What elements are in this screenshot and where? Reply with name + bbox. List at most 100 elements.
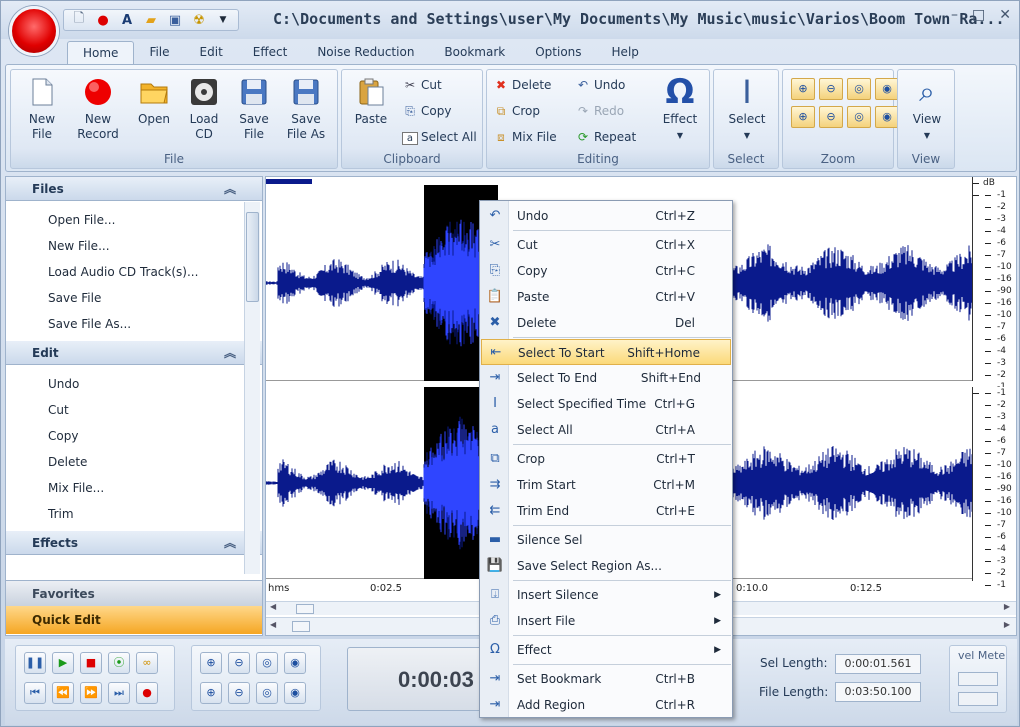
tab-noise-reduction[interactable]: Noise Reduction bbox=[302, 41, 429, 64]
stop-icon[interactable]: ■ bbox=[80, 652, 102, 674]
save-icon[interactable]: ▣ bbox=[166, 13, 184, 28]
new-record-button[interactable]: New Record bbox=[73, 76, 123, 142]
menu-item-paste[interactable]: 📋 Paste Ctrl+V bbox=[481, 284, 731, 310]
load-cd-button[interactable]: Load CD bbox=[179, 76, 229, 142]
select-all-button[interactable]: a Select All bbox=[402, 130, 477, 145]
select-button[interactable]: Ⅰ Select ▼ bbox=[722, 76, 772, 143]
collapse-icon[interactable]: ︽ bbox=[224, 341, 236, 365]
menu-item-effect[interactable]: Ω Effect ▶ bbox=[481, 637, 731, 663]
delete-button[interactable]: ✖ Delete bbox=[493, 78, 551, 92]
copy-button[interactable]: ⎘ Copy bbox=[402, 104, 451, 119]
play-selection-icon[interactable]: ⦿ bbox=[108, 652, 130, 674]
crop-button[interactable]: ⧉ Crop bbox=[493, 104, 540, 119]
mix-file-button[interactable]: ⧈ Mix File bbox=[493, 130, 557, 145]
play-icon[interactable]: ▶ bbox=[52, 652, 74, 674]
undo-link[interactable]: Undo bbox=[48, 371, 262, 397]
tab-effect[interactable]: Effect bbox=[238, 41, 303, 64]
zoom-selection-icon[interactable]: ◎ bbox=[256, 652, 278, 674]
trim-link[interactable]: Trim bbox=[48, 501, 262, 527]
scroll-right-icon[interactable]: ▶ bbox=[1004, 602, 1010, 611]
menu-item-crop[interactable]: ⧉ Crop Ctrl+T bbox=[481, 446, 731, 472]
menu-item-silence-sel[interactable]: ▬ Silence Sel bbox=[481, 527, 731, 553]
menu-item-trim-start[interactable]: ⇉ Trim Start Ctrl+M bbox=[481, 472, 731, 498]
zoom-out-icon[interactable]: ⊖ bbox=[819, 78, 843, 100]
cut-button[interactable]: ✂ Cut bbox=[402, 78, 442, 92]
go-to-start-icon[interactable]: ⏮ bbox=[24, 682, 46, 704]
load-audio-cd-link[interactable]: Load Audio CD Track(s)... bbox=[48, 259, 262, 285]
panel-scrollbar[interactable] bbox=[244, 202, 260, 574]
tab-file[interactable]: File bbox=[134, 41, 184, 64]
record-icon[interactable]: ● bbox=[136, 682, 158, 704]
menu-item-add-region[interactable]: ⇥ Add Region Ctrl+R bbox=[481, 692, 731, 718]
text-icon[interactable]: A bbox=[118, 13, 136, 28]
menu-item-delete[interactable]: ✖ Delete Del bbox=[481, 310, 731, 336]
app-menu-orb[interactable] bbox=[9, 6, 59, 56]
scroll-left-icon[interactable]: ◀ bbox=[270, 602, 276, 611]
scroll-thumb[interactable] bbox=[296, 604, 314, 614]
menu-item-insert-silence[interactable]: ⍗ Insert Silence ▶ bbox=[481, 582, 731, 608]
pause-icon[interactable]: ❚❚ bbox=[24, 652, 46, 674]
zoom-in-vertical-icon[interactable]: ⊕ bbox=[791, 106, 815, 128]
scroll-right-icon[interactable]: ▶ bbox=[1004, 620, 1010, 629]
collapse-icon[interactable]: ︽ bbox=[224, 531, 236, 555]
zoom-selection-icon[interactable]: ◎ bbox=[847, 78, 871, 100]
zoom-in-vertical-icon[interactable]: ⊕ bbox=[200, 682, 222, 704]
delete-link[interactable]: Delete bbox=[48, 449, 262, 475]
menu-item-select-specified-time[interactable]: Ⅰ Select Specified Time Ctrl+G bbox=[481, 391, 731, 417]
undo-button[interactable]: ↶ Undo bbox=[575, 78, 625, 92]
open-button[interactable]: Open bbox=[129, 76, 179, 127]
redo-button[interactable]: ↷ Redo bbox=[575, 104, 624, 118]
go-to-end-icon[interactable]: ⏭ bbox=[108, 682, 130, 704]
zoom-in-icon[interactable]: ⊕ bbox=[791, 78, 815, 100]
menu-item-undo[interactable]: ↶ Undo Ctrl+Z bbox=[481, 203, 731, 229]
menu-item-select-to-end[interactable]: ⇥ Select To End Shift+End bbox=[481, 365, 731, 391]
close-button[interactable]: ✕ bbox=[999, 7, 1011, 23]
zoom-fit-icon[interactable]: ◉ bbox=[875, 78, 899, 100]
menu-item-copy[interactable]: ⎘ Copy Ctrl+C bbox=[481, 258, 731, 284]
zoom-reset-icon[interactable]: ◉ bbox=[284, 682, 306, 704]
view-button[interactable]: ⌕ View ▼ bbox=[902, 76, 952, 143]
zoom-out-vertical-icon[interactable]: ⊖ bbox=[819, 106, 843, 128]
record-icon[interactable]: ● bbox=[94, 13, 112, 28]
quick-edit-panel-tab[interactable]: Quick Edit bbox=[6, 606, 262, 634]
scroll-thumb[interactable] bbox=[246, 212, 259, 302]
tab-bookmark[interactable]: Bookmark bbox=[429, 41, 520, 64]
save-file-button[interactable]: Save File bbox=[229, 76, 279, 142]
save-file-as-button[interactable]: Save File As bbox=[281, 76, 331, 142]
effects-panel-header[interactable]: Effects ︽ bbox=[6, 531, 262, 555]
tab-options[interactable]: Options bbox=[520, 41, 596, 64]
new-file-button[interactable]: New File bbox=[17, 76, 67, 142]
mix-file-link[interactable]: Mix File... bbox=[48, 475, 262, 501]
maximize-button[interactable]: □ bbox=[972, 7, 985, 23]
open-folder-icon[interactable]: ▰ bbox=[142, 13, 160, 28]
dropdown-icon[interactable]: ▼ bbox=[214, 15, 232, 25]
effect-button[interactable]: Ω Effect ▼ bbox=[653, 75, 707, 143]
edit-panel-header[interactable]: Edit ︽ bbox=[6, 341, 262, 365]
new-file-icon[interactable]: 🗋 bbox=[70, 9, 88, 31]
minimize-button[interactable]: – bbox=[951, 7, 958, 23]
loop-icon[interactable]: ∞ bbox=[136, 652, 158, 674]
save-file-link[interactable]: Save File bbox=[48, 285, 262, 311]
zoom-fit-icon[interactable]: ◉ bbox=[284, 652, 306, 674]
copy-link[interactable]: Copy bbox=[48, 423, 262, 449]
open-file-link[interactable]: Open File... bbox=[48, 207, 262, 233]
favorites-panel-tab[interactable]: Favorites bbox=[6, 580, 262, 606]
zoom-full-icon[interactable]: ◎ bbox=[256, 682, 278, 704]
menu-item-save-select-region-as[interactable]: 💾 Save Select Region As... bbox=[481, 553, 731, 579]
fast-forward-icon[interactable]: ⏩ bbox=[80, 682, 102, 704]
save-file-as-link[interactable]: Save File As... bbox=[48, 311, 262, 337]
zoom-in-icon[interactable]: ⊕ bbox=[200, 652, 222, 674]
zoom-full-icon[interactable]: ◎ bbox=[847, 106, 871, 128]
zoom-reset-icon[interactable]: ◉ bbox=[875, 106, 899, 128]
tab-help[interactable]: Help bbox=[597, 41, 654, 64]
scroll-thumb[interactable] bbox=[292, 621, 310, 632]
files-panel-header[interactable]: Files ︽ bbox=[6, 177, 262, 201]
tab-home[interactable]: Home bbox=[67, 41, 135, 64]
menu-item-set-bookmark[interactable]: ⇥ Set Bookmark Ctrl+B bbox=[481, 666, 731, 692]
cut-link[interactable]: Cut bbox=[48, 397, 262, 423]
scroll-left-icon[interactable]: ◀ bbox=[270, 620, 276, 629]
zoom-out-icon[interactable]: ⊖ bbox=[228, 652, 250, 674]
menu-item-trim-end[interactable]: ⇇ Trim End Ctrl+E bbox=[481, 498, 731, 524]
menu-item-select-all[interactable]: a Select All Ctrl+A bbox=[481, 417, 731, 443]
menu-item-select-to-start[interactable]: ⇤ Select To Start Shift+Home bbox=[481, 339, 731, 365]
